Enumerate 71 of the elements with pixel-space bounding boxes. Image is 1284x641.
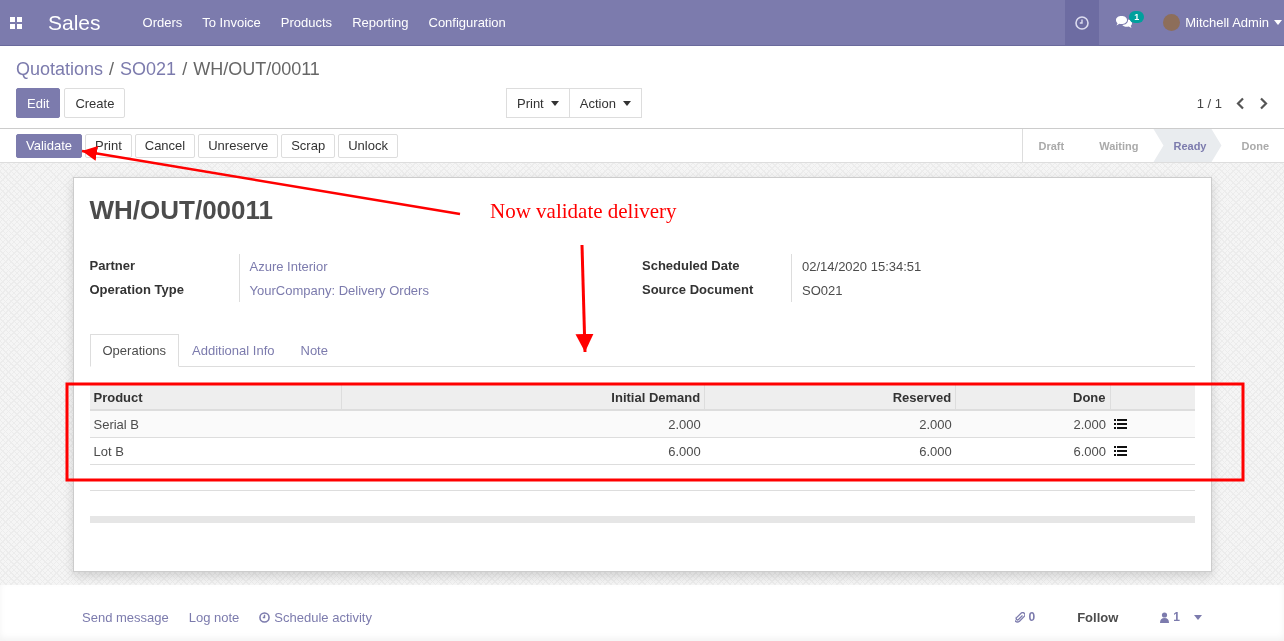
tab[interactable]: Operations <box>89 334 180 367</box>
tab[interactable]: Note <box>287 334 341 367</box>
table-cell: 2.000 <box>955 410 1110 438</box>
field-value[interactable]: Azure Interior <box>249 258 328 274</box>
header-button[interactable]: Scrap <box>281 133 336 158</box>
follower-count: 1 <box>1173 610 1180 624</box>
next-icon[interactable] <box>1259 96 1268 110</box>
header-button[interactable]: Unlock <box>338 133 398 158</box>
attachment-count: 0 <box>1028 610 1036 624</box>
paperclip-icon[interactable] <box>1015 611 1026 623</box>
clock-icon <box>1075 15 1090 30</box>
table-cell: 6.000 <box>955 437 1110 465</box>
message-count-badge: 1 <box>1129 11 1145 23</box>
send-message-link[interactable]: Send message <box>82 609 169 625</box>
status-step[interactable]: Ready <box>1153 129 1222 162</box>
annotation-text: Now validate delivery <box>490 199 677 224</box>
breadcrumb-item[interactable]: SO021 <box>120 58 177 80</box>
breadcrumb-item[interactable]: Quotations <box>16 58 104 80</box>
header-button[interactable]: Cancel <box>134 133 196 158</box>
menu-item[interactable]: Reporting <box>352 15 409 30</box>
breadcrumb-separator: / <box>109 58 115 80</box>
table-cell: 2.000 <box>704 410 956 438</box>
clock-icon <box>259 611 271 623</box>
header-button[interactable]: Unreserve <box>198 133 279 158</box>
user-menu[interactable]: Mitchell Admin <box>1163 14 1282 31</box>
header-button[interactable]: Validate <box>16 133 82 158</box>
log-note-link[interactable]: Log note <box>188 609 240 625</box>
menu-item[interactable]: Configuration <box>428 15 506 30</box>
table-cell: Lot B <box>89 437 341 465</box>
column-header[interactable]: Reserved <box>704 385 956 410</box>
list-icon[interactable] <box>1114 418 1127 429</box>
menu-item[interactable]: Products <box>280 15 333 30</box>
schedule-activity-link[interactable]: Schedule activity <box>274 609 372 625</box>
column-header[interactable]: Initial Demand <box>341 385 705 410</box>
caret-icon <box>622 100 631 106</box>
record-title: WH/OUT/00011 <box>89 195 273 226</box>
pager-counter: 1 / 1 <box>1196 95 1222 111</box>
form-button[interactable]: Edit <box>16 88 61 118</box>
dropdown-button[interactable]: Print <box>506 88 570 118</box>
menu-item[interactable]: Orders <box>142 15 183 30</box>
field-value: SO021 <box>802 282 843 298</box>
breadcrumb-item: WH/OUT/00011 <box>193 58 320 80</box>
form-button[interactable]: Create <box>64 88 126 118</box>
avatar-circle <box>1163 14 1181 31</box>
field-label: Partner <box>89 254 240 278</box>
tab[interactable]: Additional Info <box>179 334 288 367</box>
field-label: Operation Type <box>89 278 240 302</box>
table-cell: 6.000 <box>704 437 956 465</box>
caret-icon[interactable] <box>1194 614 1202 620</box>
activity-button[interactable] <box>1065 0 1100 45</box>
table-cell: 2.000 <box>341 410 705 438</box>
list-icon[interactable] <box>1114 445 1127 456</box>
caret-icon <box>1274 20 1282 25</box>
field-value[interactable]: YourCompany: Delivery Orders <box>249 282 429 298</box>
follow-button[interactable]: Follow <box>1069 605 1127 629</box>
breadcrumb-separator: / <box>182 58 188 80</box>
menu-item[interactable]: To Invoice <box>202 15 261 30</box>
previous-icon[interactable] <box>1236 96 1245 110</box>
caret-icon <box>550 100 559 106</box>
chat-bubbles-icon[interactable] <box>1115 15 1134 30</box>
apps-menu-icon[interactable] <box>10 16 22 29</box>
column-header[interactable]: Done <box>955 385 1110 410</box>
field-label: Source Document <box>642 278 792 302</box>
dropdown-button[interactable]: Action <box>569 88 642 118</box>
table-cell: Serial B <box>89 410 341 438</box>
field-label: Scheduled Date <box>642 254 792 278</box>
field-value: 02/14/2020 15:34:51 <box>802 258 922 274</box>
column-header[interactable]: Product <box>89 385 341 410</box>
table-cell: 6.000 <box>341 437 705 465</box>
person-icon[interactable] <box>1160 611 1170 623</box>
app-name[interactable]: Sales <box>48 10 101 35</box>
